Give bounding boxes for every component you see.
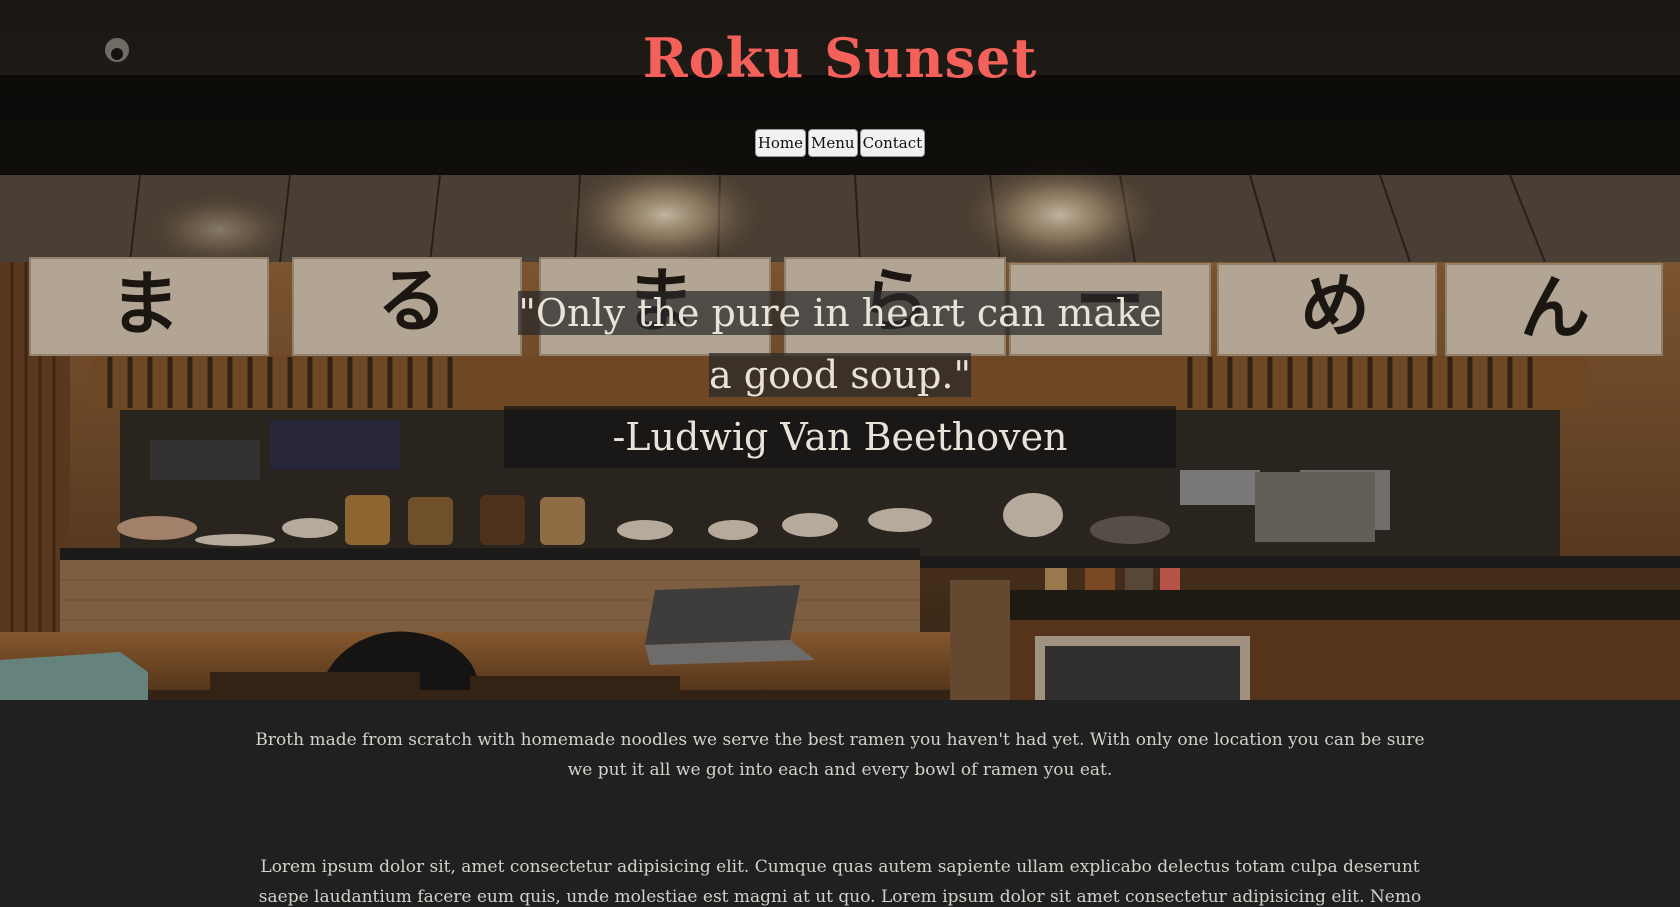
page: ま る ま ら ー め ん [0,0,1680,907]
content-section: Broth made from scratch with homemade no… [0,700,1680,907]
quote-author: -Ludwig Van Beethoven [504,406,1176,468]
main-nav: Home Menu Contact [0,129,1680,157]
hero-quote: "Only the pure in heart can make a good … [504,282,1176,468]
header-dark-strip [0,75,1680,175]
intro-paragraph: Broth made from scratch with homemade no… [255,730,1425,780]
quote-text: "Only the pure in heart can make a good … [518,291,1162,397]
site-title: Roku Sunset [642,26,1038,90]
nav-home-button[interactable]: Home [754,129,807,157]
lorem-paragraph: Lorem ipsum dolor sit, amet consectetur … [258,857,1422,907]
nav-contact-button[interactable]: Contact [859,129,926,157]
nav-menu-button[interactable]: Menu [808,129,858,157]
